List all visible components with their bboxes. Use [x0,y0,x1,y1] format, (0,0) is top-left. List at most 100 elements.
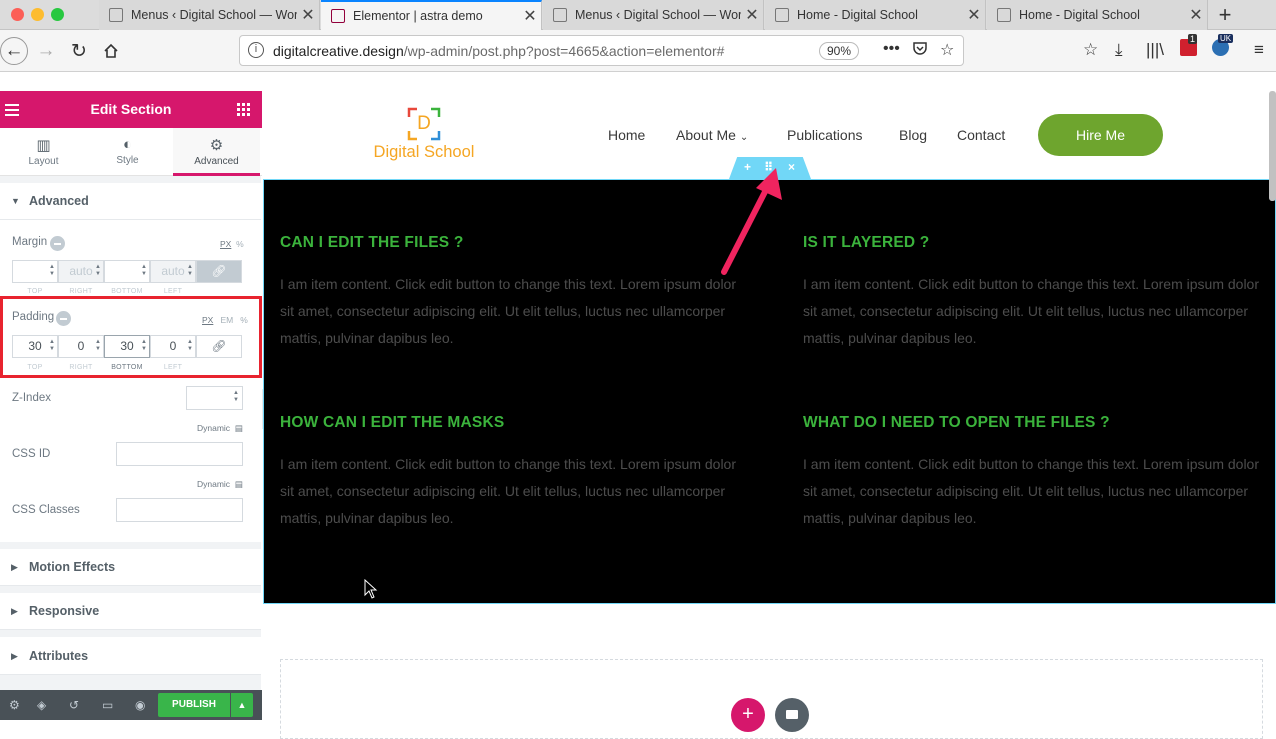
css-id-dynamic-button[interactable]: Dynamic ▤ [197,479,243,490]
vpn-extension-icon[interactable]: UK [1212,34,1234,56]
wordpress-favicon-icon [109,8,123,22]
back-button[interactable]: ← [0,37,28,65]
forward-button[interactable]: → [33,38,59,64]
css-id-label: CSS ID [12,448,51,460]
panel-tabs: ▥ Layout ◐ Style ⚙ Advanced [0,128,262,176]
window-minimize-button[interactable] [31,8,44,21]
browser-toolbar: ← → ↻ i digitalcreative.design/wp-admin/… [0,30,1276,72]
extension-badge: 1 [1188,34,1198,44]
caret-right-icon: ▶ [11,606,18,616]
zoom-level[interactable]: 90% [819,42,859,60]
faq-question: CAN I EDIT THE FILES ? [280,234,464,251]
home-icon [104,43,118,58]
forward-arrow-icon: → [36,40,56,61]
section-advanced-toggle[interactable]: ▼ Advanced [0,183,261,220]
responsive-mode-icon[interactable]: ▭ [102,698,113,712]
faq-question: HOW CAN I EDIT THE MASKS [280,414,505,431]
elementor-panel: Edit Section ▥ Layout ◐ Style ⚙ Advanced… [0,91,262,720]
browser-tab-bar: Menus ‹ Digital School — Wor ✕ Elementor… [0,0,1276,30]
browser-tab-3[interactable]: Menus ‹ Digital School — Wor ✕ [543,0,764,30]
tab-close-icon[interactable]: ✕ [297,5,319,25]
template-library-folder-icon[interactable] [775,698,809,732]
publish-options-button[interactable]: ▲ [231,693,253,717]
margin-units[interactable]: PX % [220,239,244,249]
wordpress-favicon-icon [553,8,567,22]
reload-button[interactable]: ↻ [66,38,92,64]
url-text[interactable]: digitalcreative.design/wp-admin/post.php… [273,43,724,59]
downloads-icon[interactable]: ⤓ [1115,40,1123,60]
extension-icon[interactable]: 1 [1180,34,1198,56]
library-icon[interactable]: |||\ [1146,40,1164,60]
tab-close-icon[interactable]: ✕ [519,6,541,26]
browser-tab-1[interactable]: Menus ‹ Digital School — Wor ✕ [99,0,320,30]
nav-item-home[interactable]: Home [608,127,645,143]
margin-bottom-label: BOTTOM [111,288,143,295]
logo-text[interactable]: Digital School [368,143,480,162]
annotation-arrow [721,168,782,275]
section-motion-effects-toggle[interactable]: ▶ Motion Effects [0,549,261,586]
margin-right-input[interactable]: auto ▲ ▼ [58,260,104,283]
tab-title: Home - Digital School [1019,8,1140,22]
tab-style[interactable]: ◐ Style [84,128,171,176]
browser-tab-2[interactable]: Elementor | astra demo ✕ [321,0,542,30]
bookmark-star-icon[interactable]: ☆ [940,40,954,60]
panel-header: Edit Section [0,91,262,128]
nav-item-contact[interactable]: Contact [957,127,1005,143]
caret-right-icon: ▶ [11,562,18,572]
new-tab-button[interactable]: + [1212,2,1238,28]
preview-eye-icon[interactable]: ◉ [135,698,145,712]
zindex-dynamic-button[interactable]: Dynamic ▤ [197,423,243,434]
tab-close-icon[interactable]: ✕ [1185,5,1207,25]
caret-up-icon: ▲ [237,700,247,710]
pocket-icon[interactable] [912,40,928,61]
widgets-grid-icon[interactable] [237,103,250,116]
window-zoom-button[interactable] [51,8,64,21]
add-section-dropzone[interactable] [280,659,1263,739]
margin-link-button[interactable]: 🔗︎ [196,260,242,283]
reload-icon: ↻ [71,40,87,62]
zindex-label: Z-Index [12,392,51,404]
site-favicon-icon [775,8,789,22]
add-new-section-button[interactable]: + [731,698,765,732]
css-classes-input[interactable] [116,498,243,522]
browser-tab-4[interactable]: Home - Digital School ✕ [765,0,986,30]
section-attributes-toggle[interactable]: ▶ Attributes [0,638,261,675]
tab-title: Elementor | astra demo [353,9,483,23]
margin-bottom-input[interactable]: ▲ ▼ [104,260,150,283]
margin-right-label: RIGHT [69,288,93,295]
caret-right-icon: ▶ [11,651,18,661]
nav-item-about-me[interactable]: About Me ⌄ [676,127,748,143]
preview-scrollbar[interactable] [1269,91,1276,201]
home-button[interactable] [98,38,124,64]
tab-close-icon[interactable]: ✕ [741,5,763,25]
publish-button[interactable]: PUBLISH [158,693,230,717]
faq-answer: I am item content. Click edit button to … [280,276,736,346]
margin-dimensions: ▲ ▼ auto ▲ ▼ ▲ ▼ auto ▲ ▼ 🔗︎ [12,260,244,283]
menu-hamburger-icon[interactable]: ≡ [1254,40,1264,60]
css-id-input[interactable] [116,442,243,466]
address-bar[interactable]: i digitalcreative.design/wp-admin/post.p… [239,35,964,66]
site-info-icon[interactable]: i [248,42,264,58]
margin-top-input[interactable]: ▲ ▼ [12,260,58,283]
window-close-button[interactable] [11,8,24,21]
stepper-icon[interactable]: ▲ ▼ [233,390,239,404]
page-actions-icon[interactable]: ••• [883,40,900,58]
margin-left-input[interactable]: auto ▲ ▼ [150,260,196,283]
tab-layout[interactable]: ▥ Layout [0,128,87,176]
tab-close-icon[interactable]: ✕ [963,5,985,25]
elementor-favicon-icon [331,9,345,23]
reading-list-icon[interactable]: ☆ [1083,40,1098,60]
responsive-toggle-icon[interactable] [50,236,65,251]
nav-item-blog[interactable]: Blog [899,127,927,143]
settings-icon[interactable]: ⚙ [9,698,20,712]
browser-tab-5[interactable]: Home - Digital School ✕ [987,0,1208,30]
hire-me-button[interactable]: Hire Me [1038,114,1163,156]
section-responsive-toggle[interactable]: ▶ Responsive [0,593,261,630]
history-icon[interactable]: ↺ [69,698,79,712]
tab-advanced[interactable]: ⚙ Advanced [173,128,260,176]
zindex-input[interactable]: ▲ ▼ [186,386,243,410]
columns-icon: ▥ [36,137,51,154]
navigator-layers-icon[interactable]: ◈ [37,698,46,712]
nav-item-publications[interactable]: Publications [787,127,863,143]
logo-icon[interactable]: D [407,107,441,141]
